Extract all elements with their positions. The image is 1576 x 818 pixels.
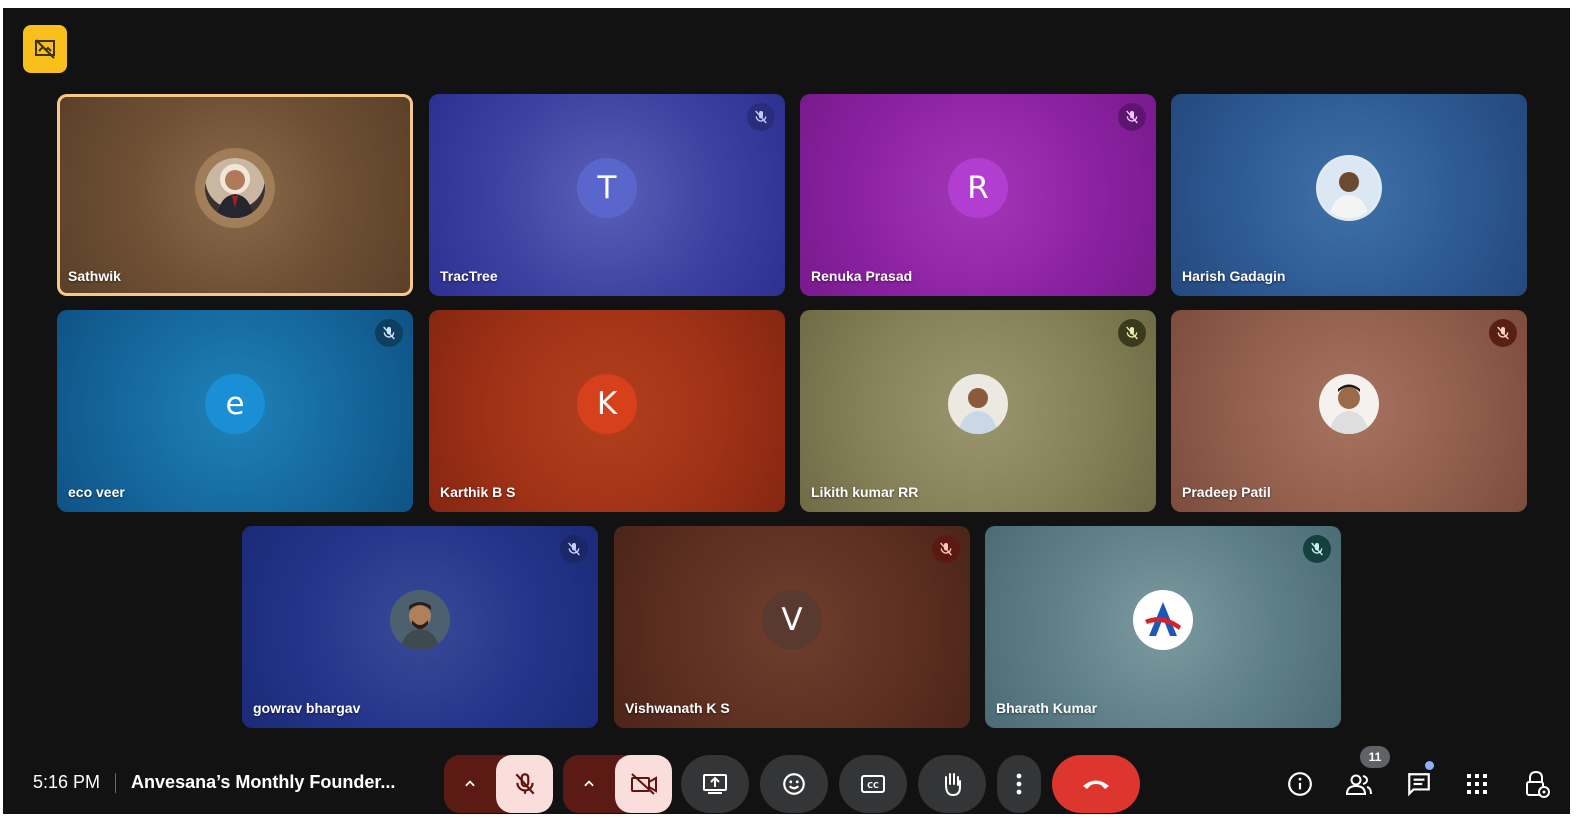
- participant-count-badge: 11: [1360, 746, 1390, 768]
- participant-avatar: [1319, 374, 1379, 434]
- clock-time: 5:16 PM: [33, 772, 101, 792]
- participant-name: Karthik B S: [440, 484, 516, 500]
- mic-off-icon: [932, 535, 960, 563]
- participant-avatar: e: [205, 374, 265, 434]
- participant-tile[interactable]: T TracTree: [429, 94, 785, 296]
- mic-off-icon: [515, 773, 534, 795]
- participant-tile[interactable]: Harish Gadagin: [1171, 94, 1527, 296]
- participant-name: Sathwik: [68, 268, 121, 284]
- audio-options-button[interactable]: [444, 755, 496, 813]
- participant-avatar: [948, 374, 1008, 434]
- participant-tile[interactable]: Bharath Kumar: [985, 526, 1341, 728]
- meeting-stage: Sathwik T TracTree R Renuka Prasad Haris…: [3, 8, 1570, 814]
- info-icon: [1288, 772, 1312, 796]
- participant-tile[interactable]: K Karthik B S: [429, 310, 785, 512]
- control-bar: 5:16 PM Anvesana’s Monthly Founder... CC…: [3, 746, 1570, 814]
- participant-avatar: [1133, 590, 1193, 650]
- mic-off-icon: [1118, 103, 1146, 131]
- people-icon: [1345, 774, 1372, 795]
- participant-name: Renuka Prasad: [811, 268, 913, 284]
- participant-avatar: [390, 590, 450, 650]
- host-controls-icon: [1526, 770, 1550, 798]
- participant-avatar: V: [762, 590, 822, 650]
- participant-name: Likith kumar RR: [811, 484, 919, 500]
- end-call-icon: [1083, 780, 1109, 789]
- emoji-icon: [783, 773, 805, 795]
- raise-hand-icon: [945, 773, 961, 797]
- mic-off-icon: [747, 103, 775, 131]
- participant-avatar: T: [577, 158, 637, 218]
- participant-name: eco veer: [68, 484, 125, 500]
- camera-control: [563, 755, 672, 813]
- participant-tile[interactable]: e eco veer: [57, 310, 413, 512]
- reactions-button[interactable]: [760, 755, 828, 813]
- meeting-details-button[interactable]: [1284, 768, 1316, 800]
- more-options-icon: [1016, 773, 1022, 795]
- activities-button[interactable]: [1461, 768, 1493, 800]
- participant-tile[interactable]: R Renuka Prasad: [800, 94, 1156, 296]
- svg-text:CC: CC: [867, 781, 879, 790]
- participant-tile[interactable]: V Vishwanath K S: [614, 526, 970, 728]
- participant-avatar: R: [948, 158, 1008, 218]
- chat-button[interactable]: [1403, 768, 1435, 800]
- present-screen-icon: [703, 774, 727, 794]
- participant-avatar: [1319, 158, 1379, 218]
- participant-name: Harish Gadagin: [1182, 268, 1286, 284]
- present-button[interactable]: [681, 755, 749, 813]
- participant-tile[interactable]: Likith kumar RR: [800, 310, 1156, 512]
- camera-toggle-button[interactable]: [615, 755, 672, 813]
- meeting-title: Anvesana’s Monthly Founder...: [131, 772, 396, 792]
- activities-icon: [1467, 774, 1487, 794]
- participant-name: Pradeep Patil: [1182, 484, 1271, 500]
- people-button[interactable]: [1343, 768, 1375, 800]
- captions-icon: CC: [861, 775, 885, 793]
- chevron-up-icon: [584, 780, 594, 787]
- hidden-video-alert-icon[interactable]: [23, 25, 67, 73]
- video-off-icon: [630, 773, 657, 795]
- chevron-up-icon: [465, 780, 475, 787]
- mic-off-icon: [560, 535, 588, 563]
- mic-off-icon: [1118, 319, 1146, 347]
- participant-tile[interactable]: Sathwik: [57, 94, 413, 296]
- captions-button[interactable]: CC: [839, 755, 907, 813]
- microphone-control: [444, 755, 553, 813]
- participant-avatar: [205, 158, 265, 218]
- participant-name: gowrav bhargav: [253, 700, 361, 716]
- host-controls-button[interactable]: [1521, 768, 1553, 800]
- participant-avatar: K: [577, 374, 637, 434]
- participant-name: Vishwanath K S: [625, 700, 730, 716]
- meeting-details: 5:16 PM Anvesana’s Monthly Founder...: [33, 772, 395, 793]
- divider: [115, 772, 117, 793]
- mic-off-icon: [375, 319, 403, 347]
- participant-tile[interactable]: Pradeep Patil: [1171, 310, 1527, 512]
- unread-indicator: [1425, 761, 1434, 770]
- participant-tile[interactable]: gowrav bhargav: [242, 526, 598, 728]
- video-options-button[interactable]: [563, 755, 615, 813]
- mic-off-icon: [1489, 319, 1517, 347]
- raise-hand-button[interactable]: [918, 755, 986, 813]
- participant-name: Bharath Kumar: [996, 700, 1098, 716]
- mic-toggle-button[interactable]: [496, 755, 553, 813]
- leave-call-button[interactable]: [1052, 755, 1140, 813]
- more-options-button[interactable]: [997, 755, 1041, 813]
- mic-off-icon: [1303, 535, 1331, 563]
- participant-name: TracTree: [440, 268, 498, 284]
- chat-icon: [1408, 773, 1430, 797]
